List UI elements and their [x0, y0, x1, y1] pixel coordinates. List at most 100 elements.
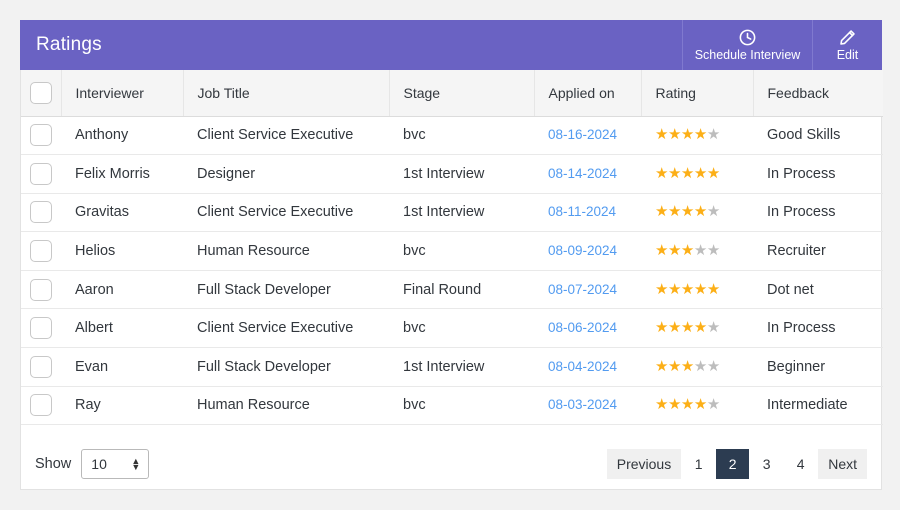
star-icon[interactable]: ★	[707, 396, 720, 413]
star-icon[interactable]: ★	[668, 165, 681, 182]
cell-feedback: Dot net	[753, 270, 883, 310]
table-row: Gravitas Client Service Executive 1st Inte…	[21, 193, 883, 233]
star-icon[interactable]: ★	[655, 281, 668, 298]
star-icon[interactable]: ★	[668, 126, 681, 143]
star-icon[interactable]: ★	[655, 203, 668, 220]
star-icon[interactable]: ★	[707, 358, 720, 375]
star-icon[interactable]: ★	[694, 396, 707, 413]
row-checkbox[interactable]	[30, 162, 52, 185]
cell-job-title: Human Resource	[183, 231, 389, 271]
star-icon[interactable]: ★	[668, 396, 681, 413]
row-checkbox[interactable]	[30, 201, 52, 224]
column-header-applied-on[interactable]: Applied on	[534, 70, 642, 117]
column-header-rating[interactable]: Rating	[641, 70, 754, 117]
cell-rating: ★★★★★	[641, 308, 753, 349]
column-header-interviewer[interactable]: Interviewer	[61, 70, 184, 117]
star-icon[interactable]: ★	[707, 165, 720, 182]
star-icon[interactable]: ★	[655, 126, 668, 143]
applied-on-link[interactable]: 08-06-2024	[548, 320, 617, 335]
schedule-interview-button[interactable]: Schedule Interview	[682, 20, 812, 70]
star-icon[interactable]: ★	[668, 319, 681, 336]
page-title: Ratings	[36, 34, 102, 55]
cell-applied-on: 08-09-2024	[534, 231, 641, 271]
applied-on-link[interactable]: 08-03-2024	[548, 397, 617, 412]
star-icon[interactable]: ★	[668, 281, 681, 298]
edit-button[interactable]: Edit	[812, 20, 882, 70]
star-icon[interactable]: ★	[694, 358, 707, 375]
star-icon[interactable]: ★	[655, 242, 668, 259]
cell-rating: ★★★★★	[641, 270, 753, 310]
star-icon[interactable]: ★	[694, 126, 707, 143]
row-checkbox[interactable]	[30, 394, 52, 417]
star-rating[interactable]: ★★★★★	[655, 396, 720, 413]
row-checkbox[interactable]	[30, 278, 52, 301]
edit-label: Edit	[836, 47, 859, 62]
applied-on-link[interactable]: 08-14-2024	[548, 166, 617, 181]
applied-on-link[interactable]: 08-07-2024	[548, 282, 617, 297]
star-rating[interactable]: ★★★★★	[655, 203, 720, 220]
page-size-select[interactable]: 10 ▲ ▼	[81, 448, 150, 479]
show-label: Show	[35, 455, 72, 472]
star-icon[interactable]: ★	[668, 203, 681, 220]
cell-job-title: Client Service Executive	[183, 116, 389, 156]
star-icon[interactable]: ★	[707, 242, 720, 259]
star-icon[interactable]: ★	[707, 126, 720, 143]
star-icon[interactable]: ★	[655, 358, 668, 375]
cell-stage: Final Round	[389, 270, 534, 310]
star-icon[interactable]: ★	[707, 319, 720, 336]
cell-job-title: Client Service Executive	[183, 308, 389, 349]
star-icon[interactable]: ★	[694, 203, 707, 220]
star-icon[interactable]: ★	[655, 165, 668, 182]
star-rating[interactable]: ★★★★★	[655, 165, 720, 182]
pagination-page-2[interactable]: 2	[716, 448, 751, 479]
star-rating[interactable]: ★★★★★	[655, 281, 720, 298]
cell-stage: bvc	[389, 231, 534, 271]
star-icon[interactable]: ★	[694, 281, 707, 298]
row-checkbox[interactable]	[30, 240, 52, 263]
star-icon[interactable]: ★	[668, 242, 681, 259]
star-rating[interactable]: ★★★★★	[655, 319, 720, 336]
star-icon[interactable]: ★	[681, 126, 694, 143]
star-icon[interactable]: ★	[681, 281, 694, 298]
star-icon[interactable]: ★	[655, 396, 668, 413]
pagination-next[interactable]: Next	[818, 448, 867, 479]
pagination-page-3[interactable]: 3	[750, 448, 785, 479]
column-header-stage[interactable]: Stage	[389, 70, 535, 117]
star-icon[interactable]: ★	[681, 203, 694, 220]
applied-on-link[interactable]: 08-11-2024	[548, 204, 616, 219]
star-icon[interactable]: ★	[694, 165, 707, 182]
star-icon[interactable]: ★	[681, 319, 694, 336]
row-checkbox[interactable]	[30, 124, 52, 147]
star-icon[interactable]: ★	[655, 319, 668, 336]
star-icon[interactable]: ★	[681, 358, 694, 375]
star-icon[interactable]: ★	[681, 165, 694, 182]
cell-job-title: Designer	[183, 154, 389, 194]
cell-feedback: Good Skills	[753, 116, 883, 156]
star-icon[interactable]: ★	[681, 396, 694, 413]
cell-stage: bvc	[389, 308, 534, 349]
schedule-interview-label: Schedule Interview	[694, 47, 801, 62]
pagination-page-1[interactable]: 1	[682, 448, 717, 479]
star-icon[interactable]: ★	[668, 358, 681, 375]
star-rating[interactable]: ★★★★★	[655, 358, 720, 375]
row-checkbox[interactable]	[30, 317, 52, 340]
applied-on-link[interactable]: 08-09-2024	[548, 243, 617, 258]
star-icon[interactable]: ★	[707, 281, 720, 298]
star-icon[interactable]: ★	[681, 242, 694, 259]
star-rating[interactable]: ★★★★★	[655, 242, 720, 259]
table-body: Anthony Client Service Executive bvc 08-16-…	[21, 116, 883, 426]
star-icon[interactable]: ★	[707, 203, 720, 220]
star-icon[interactable]: ★	[694, 242, 707, 259]
star-rating[interactable]: ★★★★★	[655, 126, 720, 143]
column-header-feedback[interactable]: Feedback	[753, 70, 883, 117]
column-header-job-title[interactable]: Job Title	[183, 70, 390, 117]
applied-on-link[interactable]: 08-04-2024	[548, 359, 617, 374]
row-checkbox[interactable]	[30, 355, 52, 378]
pencil-icon	[838, 28, 857, 47]
cell-stage: bvc	[389, 386, 534, 426]
pagination-page-4[interactable]: 4	[784, 448, 819, 479]
applied-on-link[interactable]: 08-16-2024	[548, 127, 617, 142]
select-all-checkbox[interactable]	[29, 81, 52, 104]
star-icon[interactable]: ★	[694, 319, 707, 336]
pagination-previous[interactable]: Previous	[606, 448, 683, 479]
